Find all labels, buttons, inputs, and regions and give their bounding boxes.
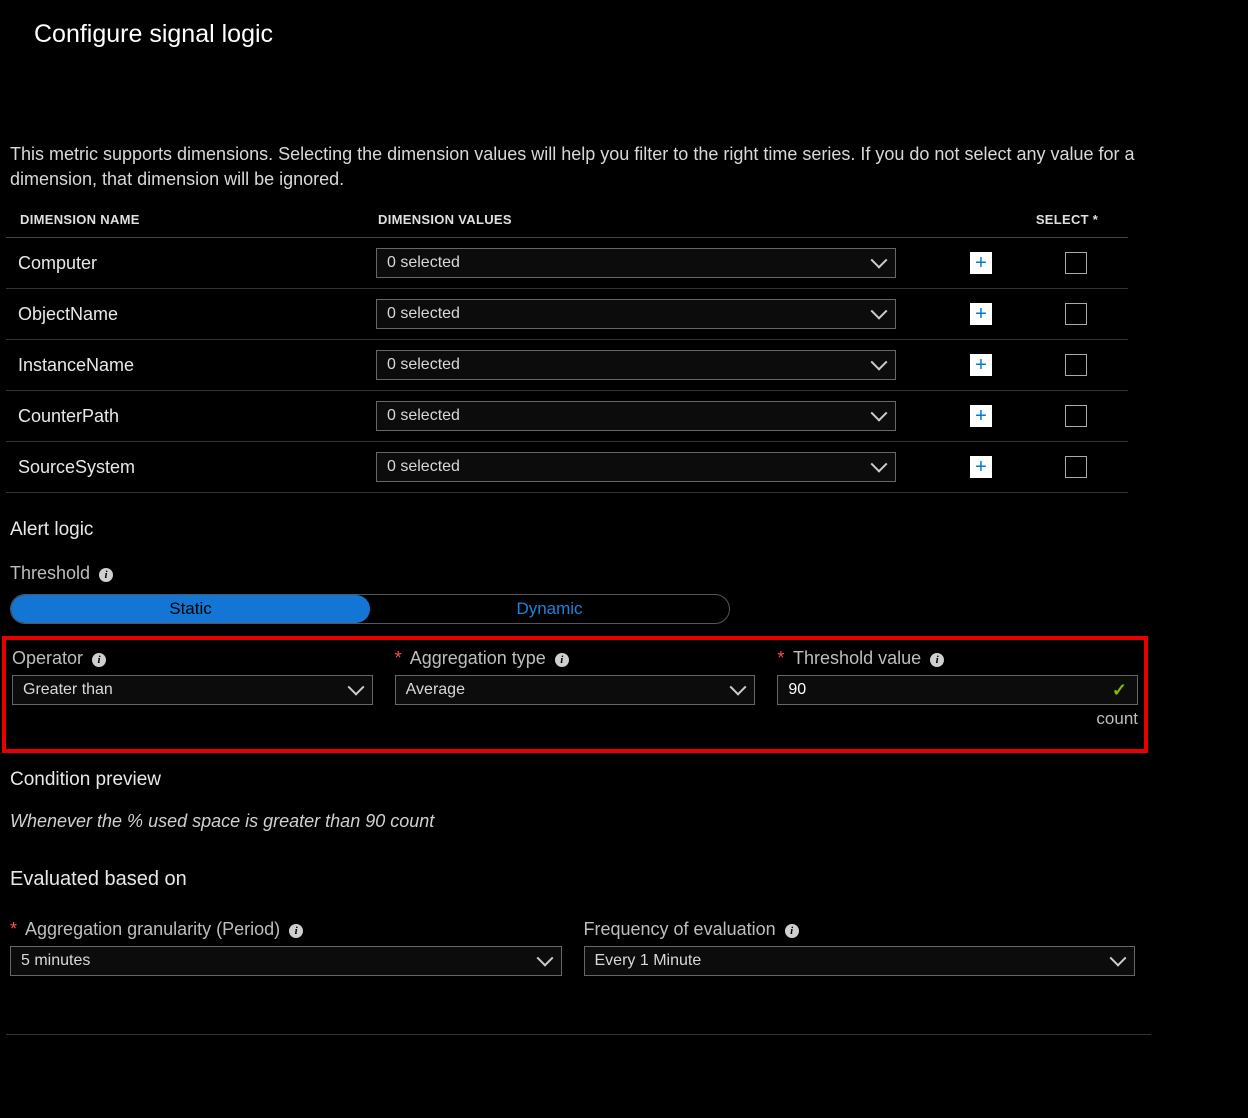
table-row: ObjectName 0 selected + xyxy=(6,289,1128,340)
col-add xyxy=(938,202,1018,238)
frequency-evaluation-dropdown[interactable]: Every 1 Minute xyxy=(584,946,1136,976)
info-icon[interactable]: i xyxy=(555,653,569,667)
col-dimension-name: DIMENSION NAME xyxy=(6,202,364,238)
col-select: SELECT * xyxy=(1018,202,1128,238)
dropdown-value: 0 selected xyxy=(387,407,460,425)
info-icon[interactable]: i xyxy=(930,653,944,667)
dimension-table: DIMENSION NAME DIMENSION VALUES SELECT *… xyxy=(6,202,1128,493)
required-indicator: * xyxy=(777,648,784,668)
required-indicator: * xyxy=(10,919,17,939)
threshold-label: Threshold xyxy=(10,563,90,583)
threshold-static-option[interactable]: Static xyxy=(11,595,370,623)
chevron-down-icon xyxy=(871,405,888,422)
plus-icon: + xyxy=(975,304,987,324)
dropdown-value: 0 selected xyxy=(387,356,460,374)
threshold-unit: count xyxy=(777,705,1138,729)
dropdown-value: 5 minutes xyxy=(21,952,90,970)
dimension-name: Computer xyxy=(6,238,364,289)
select-checkbox[interactable] xyxy=(1065,405,1087,427)
select-checkbox[interactable] xyxy=(1065,456,1087,478)
col-dimension-values: DIMENSION VALUES xyxy=(364,202,938,238)
required-indicator: * xyxy=(395,648,402,668)
dimension-values-dropdown[interactable]: 0 selected xyxy=(376,248,896,278)
operator-field: Operator i Greater than xyxy=(12,646,373,729)
chevron-down-icon xyxy=(536,950,553,967)
plus-icon: + xyxy=(975,253,987,273)
threshold-dynamic-option[interactable]: Dynamic xyxy=(370,595,729,623)
operator-dropdown[interactable]: Greater than xyxy=(12,675,373,705)
aggregation-type-dropdown[interactable]: Average xyxy=(395,675,756,705)
plus-icon: + xyxy=(975,457,987,477)
chevron-down-icon xyxy=(871,354,888,371)
chevron-down-icon xyxy=(347,679,364,696)
description-text: This metric supports dimensions. Selecti… xyxy=(0,57,1145,202)
dimension-values-dropdown[interactable]: 0 selected xyxy=(376,401,896,431)
chevron-down-icon xyxy=(730,679,747,696)
select-checkbox[interactable] xyxy=(1065,252,1087,274)
panel-title: Configure signal logic xyxy=(0,0,1248,57)
evaluated-heading: Evaluated based on xyxy=(0,838,1248,897)
footer-divider xyxy=(6,1034,1151,1035)
info-icon[interactable]: i xyxy=(289,924,303,938)
plus-icon: + xyxy=(975,406,987,426)
dropdown-value: Every 1 Minute xyxy=(595,952,702,970)
select-checkbox[interactable] xyxy=(1065,303,1087,325)
check-icon: ✓ xyxy=(1112,680,1127,701)
condition-preview-text: Whenever the % used space is greater tha… xyxy=(0,797,1248,838)
dropdown-value: 0 selected xyxy=(387,458,460,476)
select-checkbox[interactable] xyxy=(1065,354,1087,376)
add-button[interactable]: + xyxy=(970,405,992,427)
aggregation-granularity-field: * Aggregation granularity (Period) i 5 m… xyxy=(10,917,562,976)
dimension-name: InstanceName xyxy=(6,340,364,391)
table-row: Computer 0 selected + xyxy=(6,238,1128,289)
dropdown-value: Average xyxy=(406,681,465,699)
input-value: 90 xyxy=(788,681,806,699)
chevron-down-icon xyxy=(871,303,888,320)
add-button[interactable]: + xyxy=(970,354,992,376)
condition-preview-heading: Condition preview xyxy=(0,753,1248,797)
dimension-name: ObjectName xyxy=(6,289,364,340)
add-button[interactable]: + xyxy=(970,303,992,325)
aggregation-type-label: Aggregation type xyxy=(410,648,546,668)
frequency-evaluation-field: Frequency of evaluation i Every 1 Minute xyxy=(584,917,1136,976)
frequency-evaluation-label: Frequency of evaluation xyxy=(584,919,776,939)
dimension-values-dropdown[interactable]: 0 selected xyxy=(376,350,896,380)
add-button[interactable]: + xyxy=(970,456,992,478)
dropdown-value: 0 selected xyxy=(387,305,460,323)
aggregation-granularity-dropdown[interactable]: 5 minutes xyxy=(10,946,562,976)
dimension-name: CounterPath xyxy=(6,391,364,442)
highlight-box: Operator i Greater than * Aggregation ty… xyxy=(2,636,1148,753)
threshold-value-label: Threshold value xyxy=(793,648,921,668)
threshold-value-input[interactable]: 90 ✓ xyxy=(777,675,1138,705)
dimension-name: SourceSystem xyxy=(6,442,364,493)
chevron-down-icon xyxy=(1110,950,1127,967)
table-row: CounterPath 0 selected + xyxy=(6,391,1128,442)
chevron-down-icon xyxy=(871,456,888,473)
aggregation-granularity-label: Aggregation granularity (Period) xyxy=(25,919,280,939)
operator-label: Operator xyxy=(12,648,83,668)
alert-logic-heading: Alert logic xyxy=(0,493,1248,545)
dropdown-value: 0 selected xyxy=(387,254,460,272)
threshold-value-field: * Threshold value i 90 ✓ count xyxy=(777,646,1138,729)
info-icon[interactable]: i xyxy=(785,924,799,938)
plus-icon: + xyxy=(975,355,987,375)
add-button[interactable]: + xyxy=(970,252,992,274)
threshold-toggle: Static Dynamic xyxy=(10,594,730,624)
info-icon[interactable]: i xyxy=(99,568,113,582)
info-icon[interactable]: i xyxy=(92,653,106,667)
dimension-values-dropdown[interactable]: 0 selected xyxy=(376,452,896,482)
dropdown-value: Greater than xyxy=(23,681,113,699)
aggregation-type-field: * Aggregation type i Average xyxy=(395,646,756,729)
table-row: InstanceName 0 selected + xyxy=(6,340,1128,391)
dimension-values-dropdown[interactable]: 0 selected xyxy=(376,299,896,329)
table-row: SourceSystem 0 selected + xyxy=(6,442,1128,493)
chevron-down-icon xyxy=(871,252,888,269)
